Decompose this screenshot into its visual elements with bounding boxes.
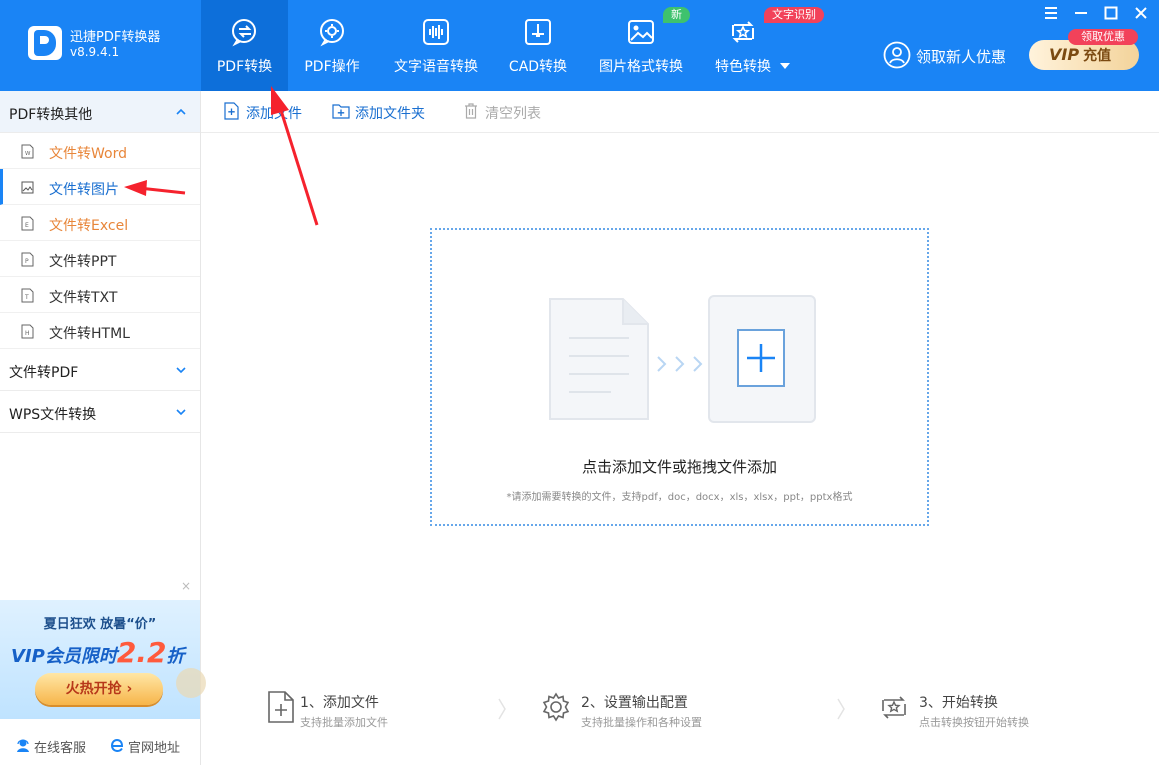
audio-wave-icon xyxy=(420,16,452,48)
close-icon[interactable] xyxy=(1132,4,1150,22)
sidebar-item-html[interactable]: H 文件转HTML xyxy=(0,313,200,349)
step-title: 3、开始转换 xyxy=(919,695,998,711)
app-version: v8.9.4.1 xyxy=(70,45,120,59)
svg-text:T: T xyxy=(24,294,29,301)
gear-icon xyxy=(541,690,571,724)
word-file-icon: W xyxy=(21,144,34,159)
group-file-to-pdf[interactable]: 文件转PDF xyxy=(0,349,200,391)
nav-pdf-convert[interactable]: PDF转换 xyxy=(201,0,288,91)
group-title: 文件转PDF xyxy=(9,365,79,381)
nav-text-speech[interactable]: 文字语音转换 xyxy=(389,0,483,91)
ad-close-button[interactable]: × xyxy=(181,579,191,593)
user-icon xyxy=(883,41,911,69)
drop-zone-hint: *请添加需要转换的文件，支持pdf，doc，docx，xls，xlsx，ppt，… xyxy=(506,492,853,503)
txt-file-icon: T xyxy=(21,288,34,303)
add-plus-icon xyxy=(707,294,817,424)
image-file-icon xyxy=(21,180,34,195)
group-pdf-convert-other[interactable]: PDF转换其他 xyxy=(0,91,200,133)
arrow-right-icon xyxy=(656,354,708,374)
step-subtitle: 点击转换按钮开始转换 xyxy=(919,716,1029,729)
vip-promo-tag: 领取优惠 xyxy=(1068,29,1138,45)
sidebar-item-image[interactable]: 文件转图片 xyxy=(0,169,200,205)
add-folder-label: 添加文件夹 xyxy=(355,106,425,122)
image-icon xyxy=(625,16,657,48)
promo-label: 领取新人优惠 xyxy=(916,48,1007,66)
nav-label: 图片格式转换 xyxy=(599,59,683,75)
svg-text:P: P xyxy=(25,258,29,265)
sidebar-item-label: 文件转图片 xyxy=(49,182,119,198)
new-badge: 新 xyxy=(663,7,690,23)
sidebar-item-label: 文件转PPT xyxy=(49,254,117,270)
group-title: WPS文件转换 xyxy=(9,407,97,423)
ocr-badge: 文字识别 xyxy=(764,7,824,23)
menu-icon[interactable] xyxy=(1042,4,1060,22)
app-name: 迅捷PDF转换器 xyxy=(70,30,161,45)
ad-grab-button[interactable]: 火热开抢 › xyxy=(35,673,163,705)
footer-label: 官网地址 xyxy=(128,741,181,756)
sidebar-item-label: 文件转TXT xyxy=(49,290,118,306)
step-title: 2、设置输出配置 xyxy=(581,695,688,711)
chevron-right-icon xyxy=(836,697,846,721)
trash-icon xyxy=(462,102,480,120)
sidebar-item-label: 文件转Word xyxy=(49,146,127,162)
add-file-icon xyxy=(223,102,241,120)
nav-label: PDF转换 xyxy=(216,59,273,75)
convert-icon xyxy=(229,16,261,48)
minimize-icon[interactable] xyxy=(1072,4,1090,22)
step-subtitle: 支持批量添加文件 xyxy=(300,716,388,729)
svg-text:H: H xyxy=(25,330,30,337)
nav-label: CAD转换 xyxy=(508,59,568,75)
step-title: 1、添加文件 xyxy=(300,695,379,711)
group-title: PDF转换其他 xyxy=(9,107,93,123)
add-folder-icon xyxy=(332,102,350,120)
chevron-up-icon xyxy=(176,107,186,117)
sidebar: PDF转换其他 W 文件转Word 文件转图片 E 文件转Excel P 文件转… xyxy=(0,91,206,765)
drop-zone-title: 点击添加文件或拖拽文件添加 xyxy=(581,458,777,476)
document-icon xyxy=(547,296,651,422)
chevron-down-icon xyxy=(176,407,186,417)
browser-icon xyxy=(109,737,125,753)
html-file-icon: H xyxy=(21,324,34,339)
coin-decoration xyxy=(176,668,206,698)
sidebar-item-label: 文件转Excel xyxy=(49,218,129,234)
step-subtitle: 支持批量操作和各种设置 xyxy=(581,716,702,729)
top-header: 迅捷PDF转换器 v8.9.4.1 PDF转换 PDF操作 文字语音转换 CAD… xyxy=(0,0,1159,91)
nav-label: 特色转换 xyxy=(715,59,771,75)
excel-file-icon: E xyxy=(21,216,34,231)
gear-doc-icon xyxy=(316,16,348,48)
sidebar-item-label: 文件转HTML xyxy=(49,326,130,342)
star-cycle-icon xyxy=(879,690,909,724)
add-file-icon xyxy=(266,690,296,724)
app-window: 迅捷PDF转换器 v8.9.4.1 PDF转换 PDF操作 文字语音转换 CAD… xyxy=(0,0,1159,765)
cad-icon xyxy=(522,16,554,48)
chevron-down-icon xyxy=(176,365,186,375)
footer-label: 在线客服 xyxy=(34,741,87,756)
support-icon xyxy=(15,737,31,753)
ad-offer: VIP会员限时2.2折 xyxy=(11,636,185,669)
toolbar: 添加文件 添加文件夹 清空列表 xyxy=(201,91,1159,133)
clear-list-label: 清空列表 xyxy=(485,106,541,122)
ad-headline: 夏日狂欢 放暑“价” xyxy=(43,617,157,632)
app-logo xyxy=(28,26,62,60)
nav-label: PDF操作 xyxy=(304,59,360,75)
sidebar-item-excel[interactable]: E 文件转Excel xyxy=(0,205,200,241)
file-drop-zone[interactable]: 点击添加文件或拖拽文件添加 *请添加需要转换的文件，支持pdf，doc，docx… xyxy=(430,228,929,526)
nav-pdf-operate[interactable]: PDF操作 xyxy=(292,0,372,91)
ppt-file-icon: P xyxy=(21,252,34,267)
star-cycle-icon xyxy=(727,16,759,48)
nav-label: 文字语音转换 xyxy=(394,59,478,75)
maximize-icon[interactable] xyxy=(1102,4,1120,22)
sidebar-item-word[interactable]: W 文件转Word xyxy=(0,133,200,169)
chevron-down-icon[interactable] xyxy=(780,63,790,69)
add-file-label: 添加文件 xyxy=(246,106,302,122)
summer-sale-banner[interactable]: 夏日狂欢 放暑“价” VIP会员限时2.2折 火热开抢 › xyxy=(0,600,206,719)
sidebar-item-txt[interactable]: T 文件转TXT xyxy=(0,277,200,313)
group-wps-convert[interactable]: WPS文件转换 xyxy=(0,391,200,433)
vip-label: VIP 充值 xyxy=(1049,45,1112,64)
nav-cad-convert[interactable]: CAD转换 xyxy=(501,0,575,91)
svg-text:W: W xyxy=(25,151,31,157)
sidebar-item-ppt[interactable]: P 文件转PPT xyxy=(0,241,200,277)
svg-text:E: E xyxy=(25,222,29,229)
chevron-right-icon xyxy=(497,697,507,721)
